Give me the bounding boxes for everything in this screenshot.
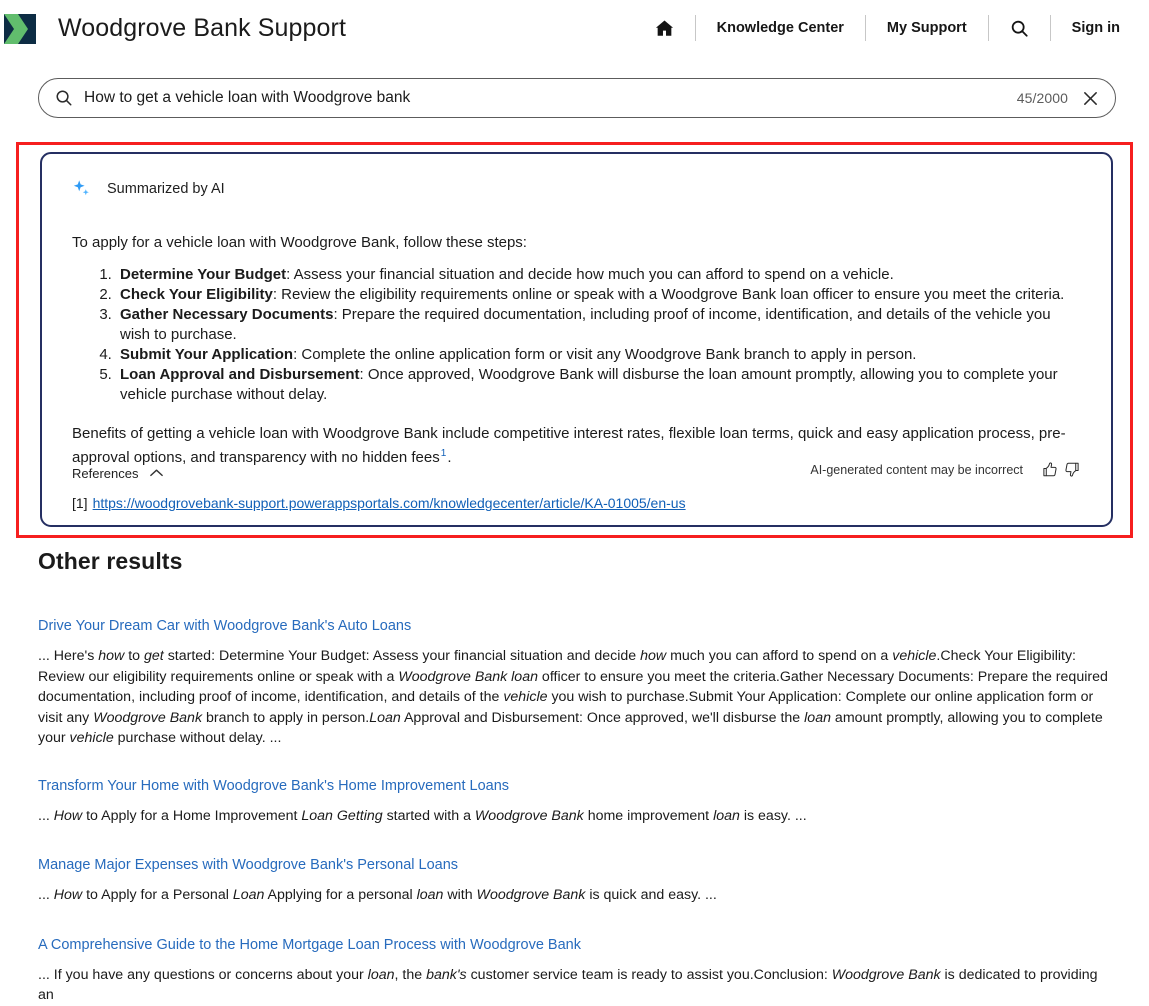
reference-link[interactable]: https://woodgrovebank-support.powerappsp… <box>93 495 686 511</box>
ai-summary-content: Summarized by AI To apply for a vehicle … <box>42 154 1111 468</box>
ai-step-text: : Assess your financial situation and de… <box>286 266 894 283</box>
top-navigation: Knowledge Center My Support Sign in <box>634 0 1141 56</box>
home-glyph <box>655 19 674 38</box>
woodgrove-chevron-logo <box>0 8 40 48</box>
ai-summary-lead: To apply for a vehicle loan with Woodgro… <box>72 232 1081 253</box>
thumbs-up-icon[interactable] <box>1041 461 1058 478</box>
sparkle-glyph <box>72 179 92 199</box>
close-glyph <box>1082 90 1099 107</box>
ai-step-term: Check Your Eligibility <box>120 286 273 303</box>
ai-feedback-group: AI-generated content may be incorrect <box>810 461 1081 478</box>
nav-my-support[interactable]: My Support <box>866 11 988 45</box>
references-row: References AI-generated content may be i… <box>72 462 1081 484</box>
ai-summary-header: Summarized by AI <box>70 176 1083 202</box>
ai-step-item: Check Your Eligibility: Review the eligi… <box>116 285 1081 305</box>
ai-step-item: Loan Approval and Disbursement: Once app… <box>116 365 1081 405</box>
ai-summary-badge-label: Summarized by AI <box>107 181 225 197</box>
ai-step-term: Loan Approval and Disbursement <box>120 366 359 383</box>
ai-summary-body: To apply for a vehicle loan with Woodgro… <box>70 232 1083 468</box>
ai-step-term: Submit Your Application <box>120 346 293 363</box>
search-result-snippet: ... How to Apply for a Home Improvement … <box>38 806 1113 827</box>
ai-step-term: Determine Your Budget <box>120 266 286 283</box>
site-header: Woodgrove Bank Support Knowledge Center … <box>0 0 1149 56</box>
ai-summary-card: Summarized by AI To apply for a vehicle … <box>40 152 1113 527</box>
search-glyph <box>1010 19 1029 38</box>
ai-summary-footer: References AI-generated content may be i… <box>42 462 1111 511</box>
search-result-title-link[interactable]: Drive Your Dream Car with Woodgrove Bank… <box>38 618 411 634</box>
ai-step-term: Gather Necessary Documents <box>120 306 333 323</box>
search-glyph <box>55 89 73 107</box>
thumbs-down-glyph <box>1064 461 1081 478</box>
thumbs-up-glyph <box>1041 461 1058 478</box>
ai-disclaimer-text: AI-generated content may be incorrect <box>810 463 1023 477</box>
chevron-up-glyph <box>149 468 164 478</box>
search-result-title-link[interactable]: Transform Your Home with Woodgrove Bank'… <box>38 778 509 794</box>
search-icon[interactable] <box>989 11 1050 45</box>
reference-number: [1] <box>72 495 88 511</box>
search-result-item: Drive Your Dream Car with Woodgrove Bank… <box>38 617 1113 749</box>
search-bar-region: 45/2000 <box>0 56 1149 118</box>
ai-step-text: : Complete the online application form o… <box>293 346 916 363</box>
clear-search-icon[interactable] <box>1082 90 1099 107</box>
search-input-icon <box>55 89 73 107</box>
brand[interactable]: Woodgrove Bank Support <box>0 8 346 48</box>
search-result-title-link[interactable]: A Comprehensive Guide to the Home Mortga… <box>38 937 581 953</box>
search-character-counter: 45/2000 <box>1017 90 1068 106</box>
reference-item: [1] https://woodgrovebank-support.powera… <box>72 495 1081 511</box>
search-result-snippet: ... Here's how to get started: Determine… <box>38 646 1113 749</box>
other-results-section: Other results Drive Your Dream Car with … <box>38 548 1113 1006</box>
thumbs-down-icon[interactable] <box>1064 461 1081 478</box>
page-title: Woodgrove Bank Support <box>58 14 346 43</box>
search-results-list: Drive Your Dream Car with Woodgrove Bank… <box>38 617 1113 1006</box>
references-label: References <box>72 466 138 481</box>
ai-step-item: Submit Your Application: Complete the on… <box>116 345 1081 365</box>
other-results-heading: Other results <box>38 548 1113 575</box>
search-result-snippet: ... How to Apply for a Personal Loan App… <box>38 885 1113 906</box>
search-result-title-link[interactable]: Manage Major Expenses with Woodgrove Ban… <box>38 857 458 873</box>
sparkle-icon <box>72 179 92 199</box>
search-result-item: Manage Major Expenses with Woodgrove Ban… <box>38 856 1113 906</box>
chevron-up-icon[interactable] <box>149 468 164 478</box>
nav-knowledge-center[interactable]: Knowledge Center <box>696 11 865 45</box>
search-bar[interactable]: 45/2000 <box>38 78 1116 118</box>
nav-sign-in[interactable]: Sign in <box>1051 11 1141 45</box>
ai-summary-benefits-text: Benefits of getting a vehicle loan with … <box>72 425 1066 466</box>
home-icon[interactable] <box>634 11 695 45</box>
search-result-snippet: ... If you have any questions or concern… <box>38 965 1113 1006</box>
ai-step-item: Gather Necessary Documents: Prepare the … <box>116 305 1081 345</box>
ai-summary-steps-list: Determine Your Budget: Assess your finan… <box>72 265 1081 405</box>
ai-step-text: : Review the eligibility requirements on… <box>273 286 1065 303</box>
search-result-item: Transform Your Home with Woodgrove Bank'… <box>38 777 1113 827</box>
search-input[interactable] <box>84 85 1017 111</box>
search-result-item: A Comprehensive Guide to the Home Mortga… <box>38 936 1113 1006</box>
ai-step-item: Determine Your Budget: Assess your finan… <box>116 265 1081 285</box>
